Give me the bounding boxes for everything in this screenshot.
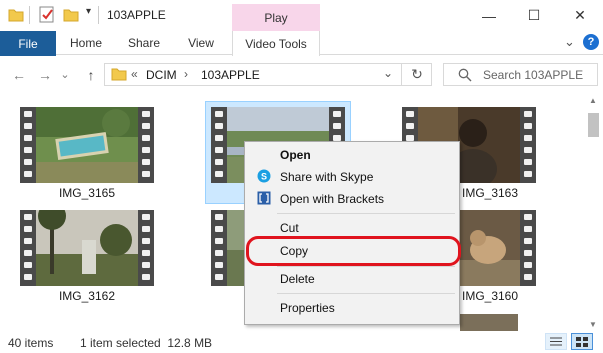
- tab-view[interactable]: View: [176, 31, 226, 55]
- menu-item-properties[interactable]: Properties: [245, 297, 459, 319]
- divider: [98, 6, 99, 24]
- minimize-button[interactable]: —: [466, 0, 512, 31]
- tab-file[interactable]: File: [0, 31, 56, 56]
- tab-share[interactable]: Share: [118, 31, 170, 55]
- file-tile-partial[interactable]: [460, 314, 518, 331]
- refresh-button[interactable]: ↻: [401, 63, 432, 86]
- maximize-button[interactable]: ☐: [511, 0, 557, 31]
- menu-item-open[interactable]: Open: [245, 144, 459, 166]
- copy-highlight-ring: [246, 236, 461, 266]
- up-button[interactable]: ↑: [80, 63, 102, 86]
- folder-icon: [8, 9, 24, 22]
- file-name-label: IMG_3162: [58, 289, 116, 303]
- folder-icon: [111, 68, 127, 81]
- selection-info: 1 item selected 12.8 MB: [80, 336, 213, 350]
- properties-qat-icon[interactable]: [39, 6, 55, 23]
- status-bar: 40 items 1 item selected 12.8 MB: [0, 331, 603, 353]
- menu-separator: [277, 266, 455, 267]
- address-dropdown-button[interactable]: ⌄: [383, 66, 393, 80]
- breadcrumb-103apple[interactable]: 103APPLE: [201, 68, 260, 82]
- menu-item-share-skype[interactable]: Share with Skype: [245, 166, 459, 188]
- video-thumbnail: [36, 107, 138, 183]
- divider: [29, 6, 30, 24]
- file-tile-img-3165[interactable]: [20, 107, 154, 183]
- help-icon[interactable]: ?: [583, 34, 599, 50]
- tab-home[interactable]: Home: [60, 31, 112, 55]
- details-view-button[interactable]: [545, 333, 567, 350]
- scroll-thumb[interactable]: [588, 113, 599, 137]
- qat-customize-icon[interactable]: ▾: [86, 6, 91, 17]
- file-tile-img-3162[interactable]: [20, 210, 154, 286]
- menu-item-open-brackets[interactable]: Open with Brackets: [245, 188, 459, 210]
- scroll-up-icon[interactable]: ▲: [589, 96, 597, 105]
- ribbon-expand-icon[interactable]: ⌄: [564, 34, 575, 50]
- recent-locations-button[interactable]: ⌄: [58, 63, 72, 86]
- new-folder-qat-icon[interactable]: [63, 8, 79, 22]
- menu-separator: [277, 293, 455, 294]
- scroll-down-icon[interactable]: ▼: [589, 320, 597, 329]
- breadcrumb-dcim[interactable]: DCIM: [146, 68, 177, 82]
- file-name-label: IMG_3160: [462, 289, 519, 303]
- video-thumbnail: [36, 210, 138, 286]
- window-title: 103APPLE: [107, 8, 166, 22]
- overflow-breadcrumb[interactable]: «: [131, 67, 138, 81]
- file-name-label: IMG_3165: [58, 186, 116, 200]
- back-button[interactable]: ←: [8, 63, 30, 86]
- item-count: 40 items: [8, 336, 54, 350]
- search-placeholder: Search 103APPLE: [483, 68, 584, 82]
- breadcrumb-separator: ›: [184, 67, 188, 81]
- file-name-label: IMG_3163: [462, 186, 519, 200]
- menu-separator: [277, 213, 455, 214]
- play-contextual-tab[interactable]: Play: [232, 4, 320, 32]
- close-button[interactable]: ✕: [557, 0, 603, 31]
- tab-video-tools[interactable]: Video Tools: [232, 31, 320, 56]
- forward-button[interactable]: →: [34, 63, 56, 86]
- menu-item-delete[interactable]: Delete: [245, 268, 459, 290]
- search-icon: [458, 68, 472, 82]
- large-icons-view-button[interactable]: [571, 333, 593, 350]
